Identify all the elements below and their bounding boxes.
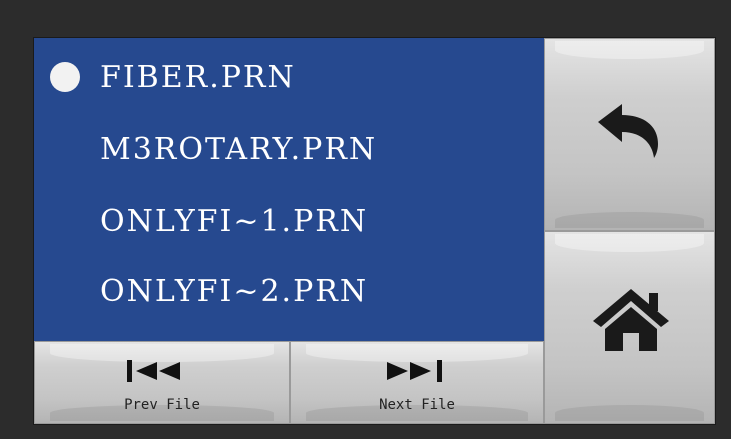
file-name: M3ROTARY.PRN [100,131,378,167]
file-row-4[interactable]: ONLYFI~2.PRN [34,266,544,316]
file-list: FIBER.PRN M3ROTARY.PRN ONLYFI~1.PRN ONLY… [34,38,544,341]
file-row-2[interactable]: M3ROTARY.PRN [34,124,544,174]
device-bezel: FIBER.PRN M3ROTARY.PRN ONLYFI~1.PRN ONLY… [0,0,731,439]
next-file-label: Next File [379,397,455,413]
home-button[interactable] [544,231,715,424]
file-row-1[interactable]: FIBER.PRN [34,52,544,102]
back-arrow-icon [598,104,658,158]
next-file-button[interactable]: Next File [290,341,544,424]
touch-screen: FIBER.PRN M3ROTARY.PRN ONLYFI~1.PRN ONLY… [33,37,716,425]
file-name: FIBER.PRN [100,59,296,95]
file-row-3[interactable]: ONLYFI~1.PRN [34,196,544,246]
back-button[interactable] [544,38,715,231]
selected-indicator-icon [50,62,80,92]
prev-file-button[interactable]: Prev File [34,341,290,424]
file-name: ONLYFI~2.PRN [100,273,369,309]
skip-next-icon [387,360,442,382]
home-icon [593,289,669,351]
prev-file-label: Prev File [124,397,200,413]
skip-previous-icon [127,360,180,382]
file-name: ONLYFI~1.PRN [100,203,369,239]
